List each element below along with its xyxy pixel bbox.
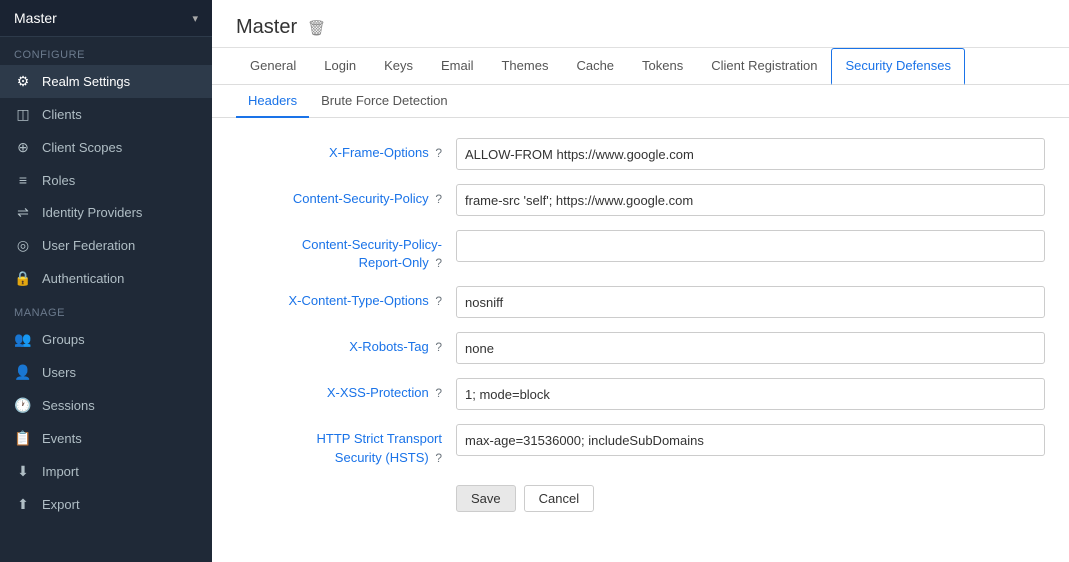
sidebar-item-realm-settings[interactable]: ⚙ Realm Settings [0,65,212,98]
page-title: Master [236,16,297,39]
tab-keys[interactable]: Keys [370,48,427,85]
sidebar-item-label: Identity Providers [42,205,142,220]
label-csp-report-only: Content-Security-Policy-Report-Only ? [236,230,456,272]
sidebar-item-user-federation[interactable]: ◎ User Federation [0,229,212,262]
sidebar-item-label: Clients [42,107,82,122]
groups-icon: 👥 [14,331,32,348]
input-x-content-type-options[interactable] [456,286,1045,318]
import-icon: ⬇ [14,463,32,480]
sidebar-item-label: Groups [42,332,85,347]
sidebar-item-label: Users [42,365,76,380]
label-x-content-type-options: X-Content-Type-Options ? [236,286,456,310]
chevron-down-icon: ▾ [192,12,198,25]
sidebar-item-sessions[interactable]: 🕐 Sessions [0,389,212,422]
input-x-frame-options[interactable] [456,138,1045,170]
input-content-security-policy[interactable] [456,184,1045,216]
label-x-xss-protection: X-XSS-Protection ? [236,378,456,402]
realm-selector[interactable]: Master ▾ [0,0,212,37]
form-row-x-frame-options: X-Frame-Options ? [236,138,1045,170]
subtabs-bar: Headers Brute Force Detection [212,85,1069,118]
trash-icon[interactable]: 🗑 [307,19,326,37]
realm-settings-icon: ⚙ [14,73,32,90]
help-icon-csp[interactable]: ? [435,192,442,206]
form-row-content-security-policy: Content-Security-Policy ? [236,184,1045,216]
form-area: X-Frame-Options ? Content-Security-Polic… [212,118,1069,562]
sidebar-item-label: Events [42,431,82,446]
tabs-bar: General Login Keys Email Themes Cache To… [212,48,1069,85]
manage-section-label: Manage [0,295,212,323]
sidebar-item-label: Authentication [42,271,124,286]
label-hsts: HTTP Strict TransportSecurity (HSTS) ? [236,424,456,466]
tab-tokens[interactable]: Tokens [628,48,697,85]
tab-security-defenses[interactable]: Security Defenses [831,48,965,85]
sessions-icon: 🕐 [14,397,32,414]
tab-login[interactable]: Login [310,48,370,85]
page-header: Master 🗑 [212,0,1069,48]
help-icon-hsts[interactable]: ? [435,451,442,465]
user-federation-icon: ◎ [14,237,32,254]
authentication-icon: 🔒 [14,270,32,287]
sidebar-item-groups[interactable]: 👥 Groups [0,323,212,356]
sidebar-item-label: Realm Settings [42,74,130,89]
input-csp-report-only[interactable] [456,230,1045,262]
tab-themes[interactable]: Themes [487,48,562,85]
tab-email[interactable]: Email [427,48,488,85]
sidebar-item-roles[interactable]: ≡ Roles [0,164,212,196]
label-x-robots-tag: X-Robots-Tag ? [236,332,456,356]
help-icon-x-robots-tag[interactable]: ? [435,340,442,354]
sidebar-item-authentication[interactable]: 🔒 Authentication [0,262,212,295]
sidebar-item-export[interactable]: ⬆ Export [0,488,212,521]
form-row-csp-report-only: Content-Security-Policy-Report-Only ? [236,230,1045,272]
subtab-brute-force[interactable]: Brute Force Detection [309,85,459,118]
input-hsts[interactable] [456,424,1045,456]
form-row-x-content-type-options: X-Content-Type-Options ? [236,286,1045,318]
sidebar-item-label: Import [42,464,79,479]
sidebar-item-label: Sessions [42,398,95,413]
clients-icon: ◫ [14,106,32,123]
sidebar: Master ▾ Configure ⚙ Realm Settings ◫ Cl… [0,0,212,562]
sidebar-item-import[interactable]: ⬇ Import [0,455,212,488]
sidebar-item-label: Export [42,497,80,512]
export-icon: ⬆ [14,496,32,513]
sidebar-item-label: Client Scopes [42,140,122,155]
main-content: Master 🗑 General Login Keys Email Themes… [212,0,1069,562]
help-icon-x-frame-options[interactable]: ? [435,146,442,160]
events-icon: 📋 [14,430,32,447]
sidebar-item-clients[interactable]: ◫ Clients [0,98,212,131]
roles-icon: ≡ [14,172,32,188]
label-x-frame-options: X-Frame-Options ? [236,138,456,162]
tab-general[interactable]: General [236,48,310,85]
sidebar-item-label: Roles [42,173,75,188]
users-icon: 👤 [14,364,32,381]
sidebar-item-label: User Federation [42,238,135,253]
form-row-hsts: HTTP Strict TransportSecurity (HSTS) ? [236,424,1045,466]
tab-client-registration[interactable]: Client Registration [697,48,831,85]
sidebar-item-identity-providers[interactable]: ⇌ Identity Providers [0,196,212,229]
cancel-button[interactable]: Cancel [524,485,594,512]
help-icon-xcto[interactable]: ? [435,294,442,308]
help-icon-csp-report-only[interactable]: ? [435,256,442,270]
save-button[interactable]: Save [456,485,516,512]
form-actions: Save Cancel [236,481,1045,512]
sidebar-item-users[interactable]: 👤 Users [0,356,212,389]
input-x-xss-protection[interactable] [456,378,1045,410]
input-x-robots-tag[interactable] [456,332,1045,364]
client-scopes-icon: ⊕ [14,139,32,156]
tab-cache[interactable]: Cache [562,48,628,85]
help-icon-x-xss-protection[interactable]: ? [435,386,442,400]
realm-name: Master [14,10,57,26]
subtab-headers[interactable]: Headers [236,85,309,118]
label-content-security-policy: Content-Security-Policy ? [236,184,456,208]
sidebar-item-client-scopes[interactable]: ⊕ Client Scopes [0,131,212,164]
configure-section-label: Configure [0,37,212,65]
sidebar-item-events[interactable]: 📋 Events [0,422,212,455]
identity-providers-icon: ⇌ [14,204,32,221]
form-row-x-xss-protection: X-XSS-Protection ? [236,378,1045,410]
form-row-x-robots-tag: X-Robots-Tag ? [236,332,1045,364]
